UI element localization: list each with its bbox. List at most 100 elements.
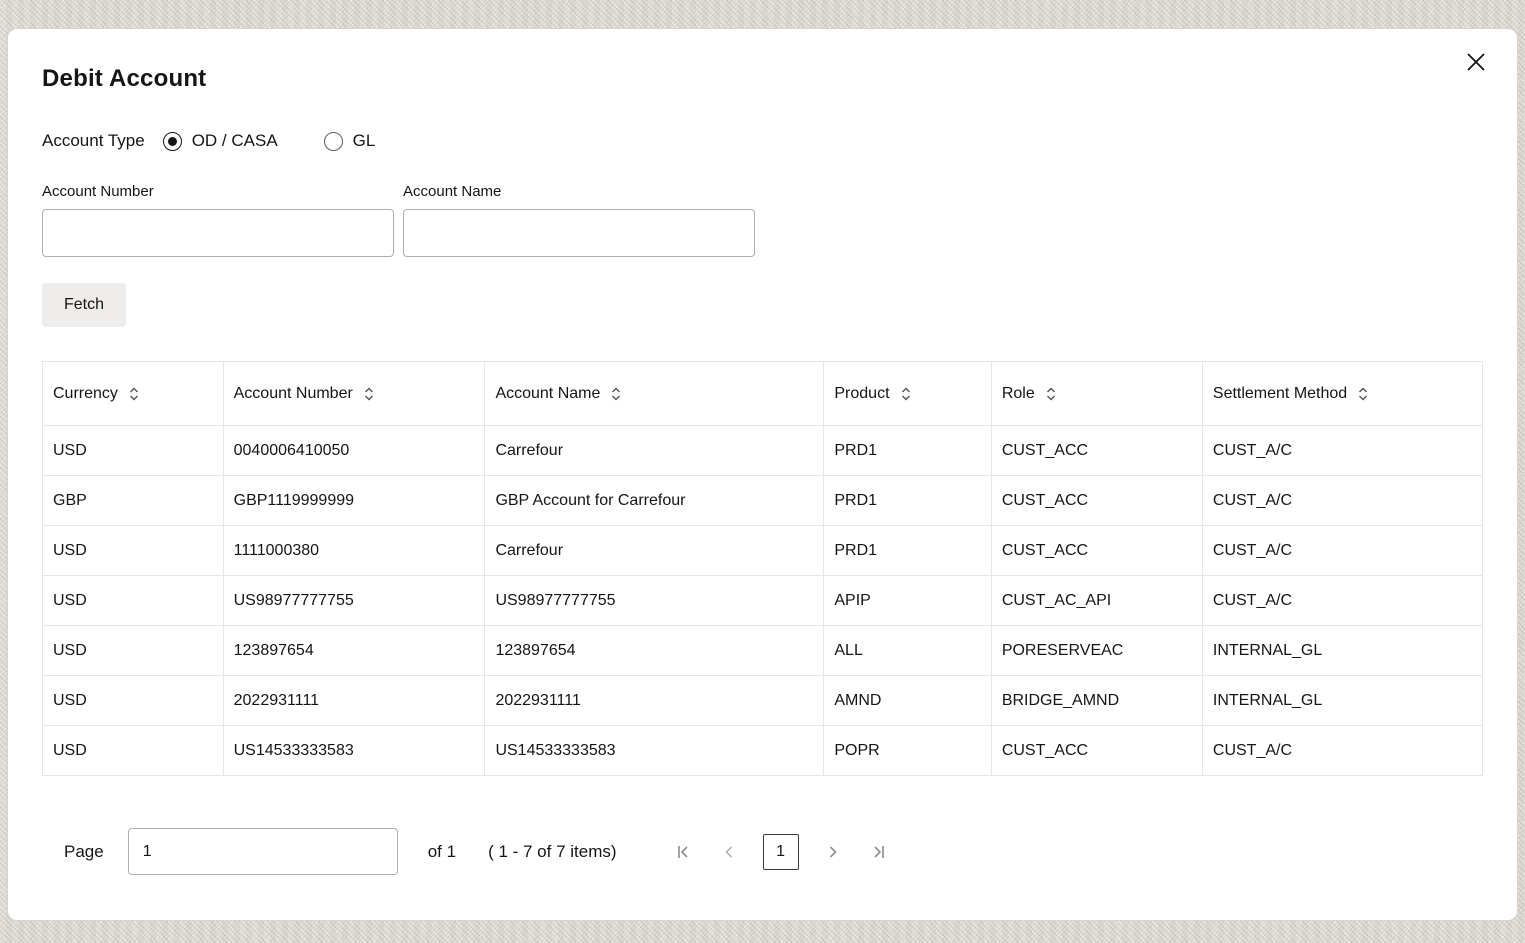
sort-icon <box>1357 385 1369 403</box>
pagination-bar: Page of 1 ( 1 - 7 of 7 items) 1 <box>42 828 1483 875</box>
account-number-label: Account Number <box>42 183 154 200</box>
radio-od-casa[interactable]: OD / CASA <box>162 131 278 151</box>
current-page-indicator[interactable]: 1 <box>762 833 799 870</box>
account-number-input[interactable] <box>42 209 394 257</box>
table-cell: 2022931111 <box>484 675 825 726</box>
column-header-label: Account Name <box>495 384 601 402</box>
account-name-input[interactable] <box>403 209 755 257</box>
table-cell: ALL <box>823 625 992 676</box>
table-cell: USD <box>42 725 224 776</box>
table-cell: PORESERVEAC <box>990 625 1203 676</box>
table-cell: POPR <box>823 725 992 776</box>
table-row[interactable]: USD 123897654 123897654 ALL PORESERVEAC INTER… <box>42 625 1484 676</box>
radio-label: GL <box>352 131 376 150</box>
table-cell: CUST_ACC <box>990 525 1203 576</box>
table-cell: INTERNAL_GL <box>1201 625 1484 676</box>
radio-icon <box>162 131 182 151</box>
table-cell: 1111000380 <box>222 525 486 576</box>
account-type-label: Account Type <box>42 131 145 150</box>
table-cell: USD <box>42 425 224 476</box>
table-cell: CUST_ACC <box>990 725 1203 776</box>
table-cell: CUST_AC_API <box>990 575 1203 626</box>
account-number-field-group: Account Number <box>42 183 394 257</box>
table-cell: USD <box>42 625 224 676</box>
sort-icon <box>128 385 140 403</box>
page-title: Debit Account <box>42 65 207 92</box>
table-cell: CUST_A/C <box>1201 525 1484 576</box>
table-row[interactable]: USD US98977777755 US98977777755 APIP CUST_AC… <box>42 575 1484 626</box>
table-cell: CUST_A/C <box>1201 725 1484 776</box>
page-label: Page <box>64 841 104 861</box>
page-of-text: of 1 <box>427 841 457 861</box>
table-cell: PRD1 <box>823 525 992 576</box>
next-page-icon[interactable] <box>815 834 851 870</box>
table-cell: AMND <box>823 675 992 726</box>
table-cell: CUST_ACC <box>990 425 1203 476</box>
table-cell: GBP1119999999 <box>222 475 486 526</box>
column-header-label: Account Number <box>233 384 353 402</box>
table-row[interactable]: USD 0040006410050 Carrefour PRD1 CUST_ACC CUS… <box>42 425 1484 476</box>
close-icon[interactable] <box>1459 45 1493 79</box>
table-cell: CUST_A/C <box>1201 575 1484 626</box>
table-cell: CUST_A/C <box>1201 425 1484 476</box>
table-cell: PRD1 <box>823 475 992 526</box>
radio-icon <box>323 131 343 151</box>
accounts-table: Currency Account Number Account Name Produc… <box>42 361 1484 776</box>
table-row[interactable]: USD 1111000380 Carrefour PRD1 CUST_ACC CUST_A… <box>42 525 1484 576</box>
table-header-row: Currency Account Number Account Name Produc… <box>42 361 1484 426</box>
table-cell: PRD1 <box>823 425 992 476</box>
column-header-product[interactable]: Product <box>823 361 992 426</box>
table-cell: Carrefour <box>484 525 825 576</box>
first-page-icon[interactable] <box>665 834 701 870</box>
column-header-settlement-method[interactable]: Settlement Method <box>1201 361 1484 426</box>
table-cell: GBP <box>42 475 224 526</box>
table-cell: APIP <box>823 575 992 626</box>
radio-label: OD / CASA <box>191 131 278 150</box>
table-cell: USD <box>42 575 224 626</box>
account-name-label: Account Name <box>403 183 502 200</box>
table-cell: 123897654 <box>484 625 825 676</box>
previous-page-icon[interactable] <box>711 834 747 870</box>
account-type-row: Account Type OD / CASA GL <box>42 131 1483 151</box>
column-header-role[interactable]: Role <box>990 361 1203 426</box>
column-header-label: Settlement Method <box>1212 384 1348 402</box>
table-cell: USD <box>42 675 224 726</box>
table-row[interactable]: USD 2022931111 2022931111 AMND BRIDGE_AMND IN… <box>42 675 1484 726</box>
close-x-glyph <box>1467 53 1485 71</box>
table-cell: US98977777755 <box>484 575 825 626</box>
table-cell: Carrefour <box>484 425 825 476</box>
sort-icon <box>1045 385 1057 403</box>
table-cell: 123897654 <box>222 625 486 676</box>
table-cell: CUST_A/C <box>1201 475 1484 526</box>
items-range-text: ( 1 - 7 of 7 items) <box>488 841 617 861</box>
table-cell: US98977777755 <box>222 575 486 626</box>
column-header-currency[interactable]: Currency <box>42 361 224 426</box>
table-body: USD 0040006410050 Carrefour PRD1 CUST_ACC CUS… <box>42 425 1484 776</box>
sort-icon <box>900 385 912 403</box>
table-cell: USD <box>42 525 224 576</box>
page-number-input[interactable] <box>127 828 398 875</box>
table-cell: 2022931111 <box>222 675 486 726</box>
column-header-label: Product <box>834 384 890 402</box>
last-page-icon[interactable] <box>861 834 897 870</box>
column-header-account-name[interactable]: Account Name <box>484 361 825 426</box>
table-cell: US14533333583 <box>222 725 486 776</box>
debit-account-modal: Debit Account Account Type OD / CASA GL … <box>7 28 1518 921</box>
account-name-field-group: Account Name <box>403 183 755 257</box>
column-header-label: Role <box>1001 384 1035 402</box>
table-row[interactable]: USD US14533333583 US14533333583 POPR CUST_AC… <box>42 725 1484 776</box>
sort-icon <box>610 385 622 403</box>
table-cell: CUST_ACC <box>990 475 1203 526</box>
column-header-account-number[interactable]: Account Number <box>222 361 486 426</box>
table-row[interactable]: GBP GBP1119999999 GBP Account for Carrefou… <box>42 475 1484 526</box>
pager-controls: 1 <box>665 833 897 870</box>
fields-row: Account Number Account Name <box>42 183 1483 257</box>
fetch-button[interactable]: Fetch <box>42 283 127 327</box>
table-cell: BRIDGE_AMND <box>990 675 1203 726</box>
column-header-label: Currency <box>53 384 118 402</box>
table-cell: INTERNAL_GL <box>1201 675 1484 726</box>
table-cell: GBP Account for Carrefour <box>484 475 825 526</box>
table-cell: 0040006410050 <box>222 425 486 476</box>
sort-icon <box>363 385 375 403</box>
radio-gl[interactable]: GL <box>323 131 376 151</box>
